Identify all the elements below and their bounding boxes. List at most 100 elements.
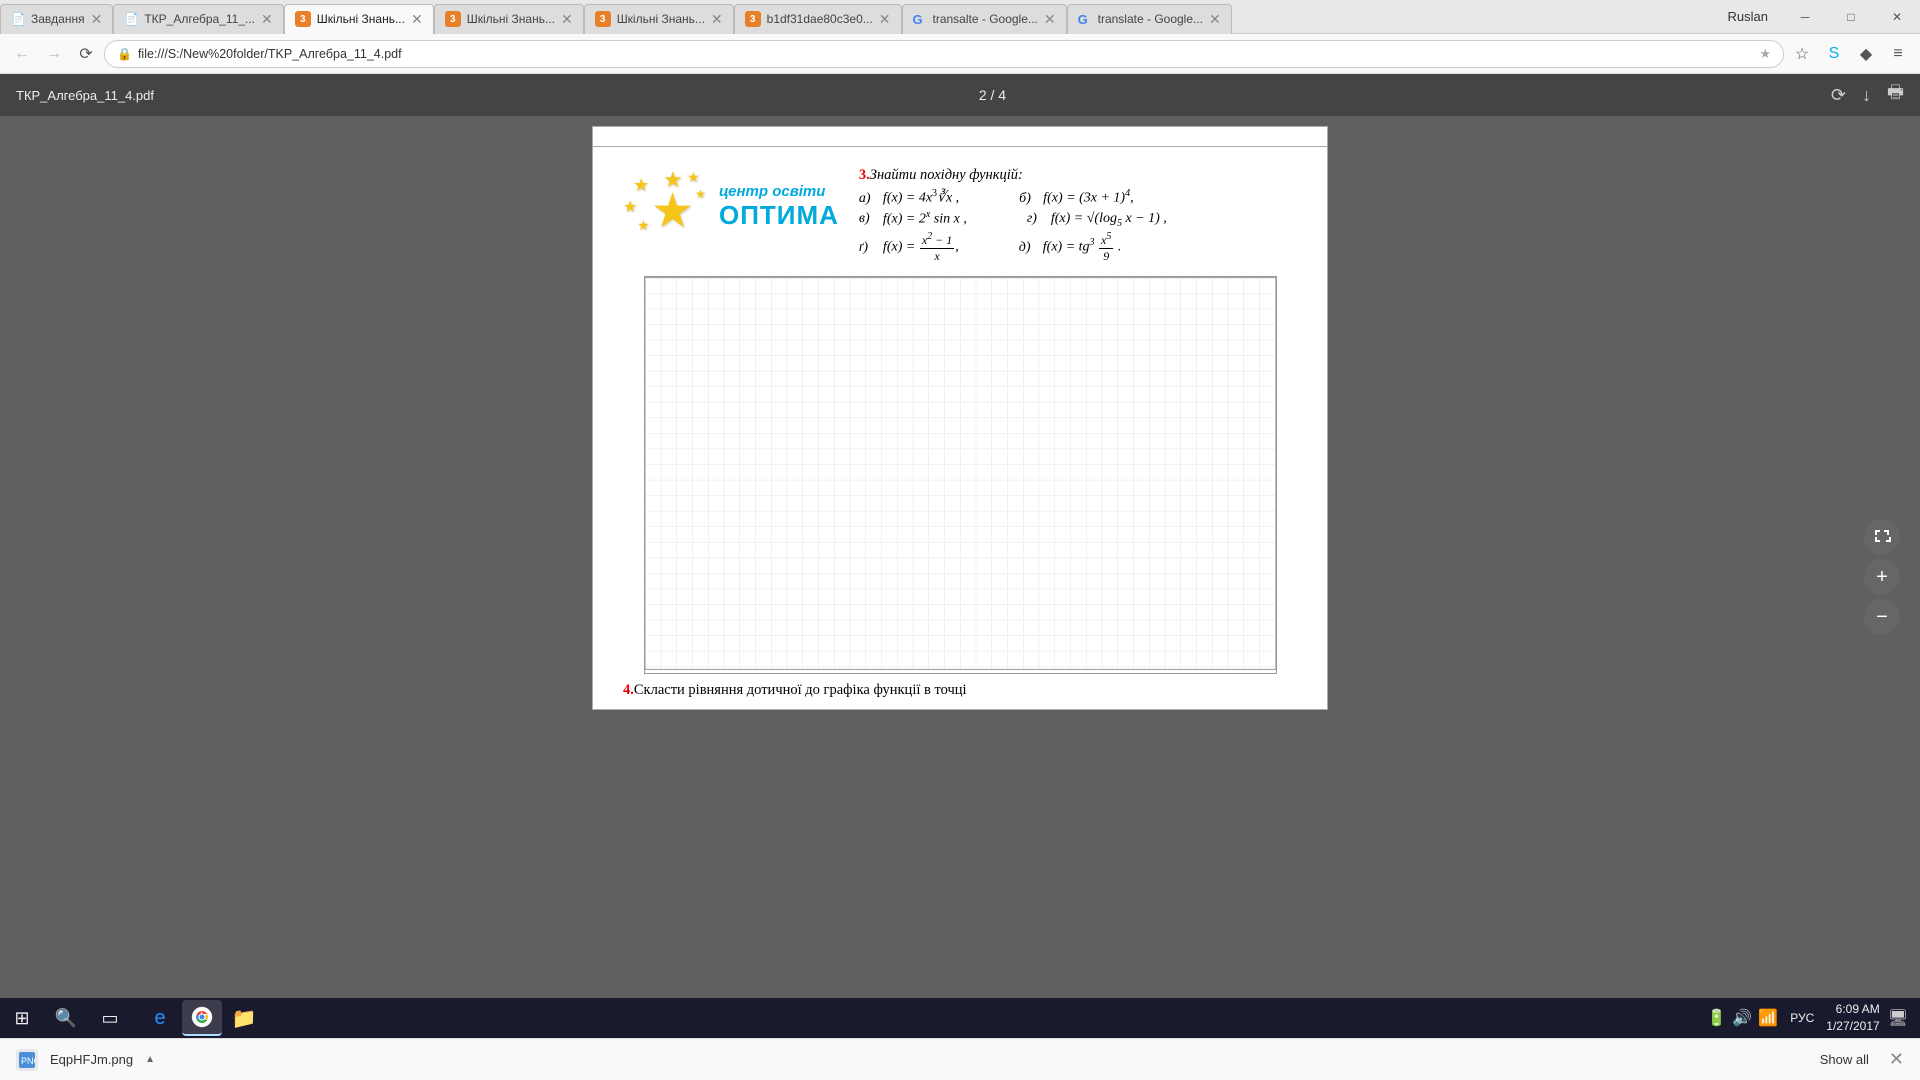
nav-icons-right: ☆ S ◆ ≡ xyxy=(1788,40,1912,68)
tab-tkr-pdf[interactable]: 📄 ТКР_Алгебра_11_... ✕ xyxy=(113,4,283,34)
pdf-download-icon[interactable]: ↓ xyxy=(1862,85,1871,106)
tab-label-7: transalte - Google... xyxy=(933,12,1038,26)
item-expr-b: f(x) = (3x + 1)4, xyxy=(1043,188,1133,207)
lock-icon: 🔒 xyxy=(117,47,132,61)
tab-label-5: Шкільні Знань... xyxy=(617,12,705,26)
problem-row-2: в) f(x) = 2x sin x , г) f(x) = √(log5 x … xyxy=(859,209,1297,229)
zoom-out-button[interactable]: − xyxy=(1864,599,1900,635)
maximize-button[interactable]: □ xyxy=(1828,0,1874,34)
address-bar[interactable]: 🔒 file:///S:/New%20folder/TKP_Алгебра_11… xyxy=(104,40,1784,68)
close-button[interactable]: ✕ xyxy=(1874,0,1920,34)
problem-3-section: 3.Знайти похідну функцій: а) f(x) = 4x3∛… xyxy=(859,167,1297,266)
download-chevron-icon[interactable]: ▲ xyxy=(145,1054,155,1065)
skype-icon[interactable]: S xyxy=(1820,40,1848,68)
tab-close-3[interactable]: ✕ xyxy=(411,11,423,28)
taskbar-ie-icon[interactable]: e xyxy=(140,1000,180,1036)
taskbar-explorer-icon[interactable]: 📁 xyxy=(224,1000,264,1036)
address-text: file:///S:/New%20folder/TKP_Алгебра_11_4… xyxy=(138,47,1753,61)
task-view-button[interactable]: ▭ xyxy=(88,998,132,1038)
tab-transalte[interactable]: G transalte - Google... ✕ xyxy=(902,4,1067,34)
tab-close-7[interactable]: ✕ xyxy=(1044,11,1056,28)
zoom-in-button[interactable]: + xyxy=(1864,559,1900,595)
item-expr-v: f(x) = 2x sin x , xyxy=(883,209,967,228)
tab-close-4[interactable]: ✕ xyxy=(561,11,573,28)
tab-label-3: Шкільні Знань... xyxy=(317,12,405,26)
star-icon-6: ★ xyxy=(695,187,706,201)
tab-shkilni-1[interactable]: 3 Шкільні Знань... ✕ xyxy=(284,4,434,34)
pdf-refresh-icon[interactable]: ⟳ xyxy=(1831,85,1846,106)
item-label-ghe: ґ) xyxy=(859,240,879,256)
extensions-icon[interactable]: ◆ xyxy=(1852,40,1880,68)
star-icon-2: ★ xyxy=(633,175,649,196)
taskbar-notification-icon[interactable]: 🖥 xyxy=(1888,1008,1908,1028)
problem-3-instruction: Знайти похідну функцій: xyxy=(870,167,1023,183)
menu-icon[interactable]: ≡ xyxy=(1884,40,1912,68)
pdf-print-icon[interactable]: 🖶 xyxy=(1887,80,1904,110)
problem-item-b: б) f(x) = (3x + 1)4, xyxy=(1019,188,1133,207)
star-icon-5: ★ xyxy=(687,169,700,186)
download-close-icon[interactable]: ✕ xyxy=(1889,1049,1904,1070)
item-label-g: г) xyxy=(1027,211,1047,227)
tab-close-2[interactable]: ✕ xyxy=(261,11,273,28)
pdf-toolbar: ТКР_Алгебра_11_4.pdf 2 / 4 ⟳ ↓ 🖶 xyxy=(0,74,1920,116)
problem-item-a: а) f(x) = 4x3∛x , xyxy=(859,188,959,207)
logo-stars: ★ ★ ★ ★ ★ ★ ★ xyxy=(623,167,713,247)
fit-page-button[interactable] xyxy=(1864,519,1900,555)
problem-3-number: 3. xyxy=(859,167,870,183)
minimize-button[interactable]: ─ xyxy=(1782,0,1828,34)
tab-label-1: Завдання xyxy=(31,12,85,26)
tab-close-6[interactable]: ✕ xyxy=(879,11,891,28)
grid-area xyxy=(644,276,1277,674)
tab-close-1[interactable]: ✕ xyxy=(91,11,103,28)
user-name: Ruslan xyxy=(1714,9,1782,24)
problem-row-1: а) f(x) = 4x3∛x , б) f(x) = (3x + 1)4, xyxy=(859,188,1297,207)
pdf-content-area: ★ ★ ★ ★ ★ ★ ★ центр освіти ОПТИМА 3.Знай… xyxy=(0,116,1920,1038)
item-label-v: в) xyxy=(859,211,879,227)
start-button[interactable]: ⊞ xyxy=(0,998,44,1038)
search-button[interactable]: 🔍 xyxy=(44,998,88,1038)
tabs-container: 📄 Завдання ✕ 📄 ТКР_Алгебра_11_... ✕ 3 Шк… xyxy=(0,0,1714,34)
problem-3-items: а) f(x) = 4x3∛x , б) f(x) = (3x + 1)4, в… xyxy=(859,188,1297,264)
taskbar-network-icon: 📶 xyxy=(1758,1008,1778,1028)
taskbar-right: 🔋 🔊 📶 РУС 6:09 AM 1/27/2017 🖥 xyxy=(1707,1001,1920,1035)
pdf-toolbar-right: ⟳ ↓ 🖶 xyxy=(1831,80,1904,110)
tab-label-6: b1df31dae80c3e0... xyxy=(767,12,873,26)
item-label-a: а) xyxy=(859,191,879,207)
taskbar-chrome-icon[interactable] xyxy=(182,1000,222,1036)
tab-favicon-4: 3 xyxy=(445,11,461,27)
back-button[interactable]: ← xyxy=(8,40,36,68)
pdf-page: ★ ★ ★ ★ ★ ★ ★ центр освіти ОПТИМА 3.Знай… xyxy=(592,146,1328,710)
time-display: 6:09 AM xyxy=(1826,1001,1879,1018)
tab-b1df[interactable]: 3 b1df31dae80c3e0... ✕ xyxy=(734,4,902,34)
refresh-button[interactable]: ⟳ xyxy=(72,40,100,68)
language-indicator: РУС xyxy=(1786,1009,1818,1027)
bookmark-icon[interactable]: ☆ xyxy=(1788,40,1816,68)
logo-area: ★ ★ ★ ★ ★ ★ ★ центр освіти ОПТИМА xyxy=(623,167,839,247)
tab-close-5[interactable]: ✕ xyxy=(711,11,723,28)
star-icon-main: ★ xyxy=(651,183,694,239)
forward-button[interactable]: → xyxy=(40,40,68,68)
taskbar: ⊞ 🔍 ▭ e 📁 🔋 🔊 📶 РУС 6:09 AM 1 xyxy=(0,998,1920,1038)
taskbar-volume-icon: 🔊 xyxy=(1732,1008,1752,1028)
tab-favicon-2: 📄 xyxy=(124,12,138,26)
star-bookmark-icon[interactable]: ★ xyxy=(1759,46,1771,62)
tab-translate[interactable]: G translate - Google... ✕ xyxy=(1067,4,1232,34)
tab-close-8[interactable]: ✕ xyxy=(1209,11,1221,28)
tab-zavdannia[interactable]: 📄 Завдання ✕ xyxy=(0,4,113,34)
problem-item-ghe: ґ) f(x) = x2 − 1x, xyxy=(859,231,959,264)
problem-item-d: д) f(x) = tg3 x59 . xyxy=(1019,231,1122,264)
tab-shkilni-2[interactable]: 3 Шкільні Знань... ✕ xyxy=(434,4,584,34)
item-label-d: д) xyxy=(1019,240,1039,256)
tab-favicon-3: 3 xyxy=(295,11,311,27)
star-icon-4: ★ xyxy=(637,217,650,234)
show-all-button[interactable]: Show all xyxy=(1812,1048,1877,1071)
item-label-b: б) xyxy=(1019,191,1039,207)
tab-shkilni-3[interactable]: 3 Шкільні Знань... ✕ xyxy=(584,4,734,34)
item-expr-a: f(x) = 4x3∛x , xyxy=(883,188,959,207)
grid-svg xyxy=(645,277,1276,670)
tab-favicon-6: 3 xyxy=(745,11,761,27)
zoom-controls: + − xyxy=(1864,519,1900,635)
problem-item-g: г) f(x) = √(log5 x − 1) , xyxy=(1027,211,1167,229)
navigation-bar: ← → ⟳ 🔒 file:///S:/New%20folder/TKP_Алге… xyxy=(0,34,1920,74)
title-bar: 📄 Завдання ✕ 📄 ТКР_Алгебра_11_... ✕ 3 Шк… xyxy=(0,0,1920,34)
